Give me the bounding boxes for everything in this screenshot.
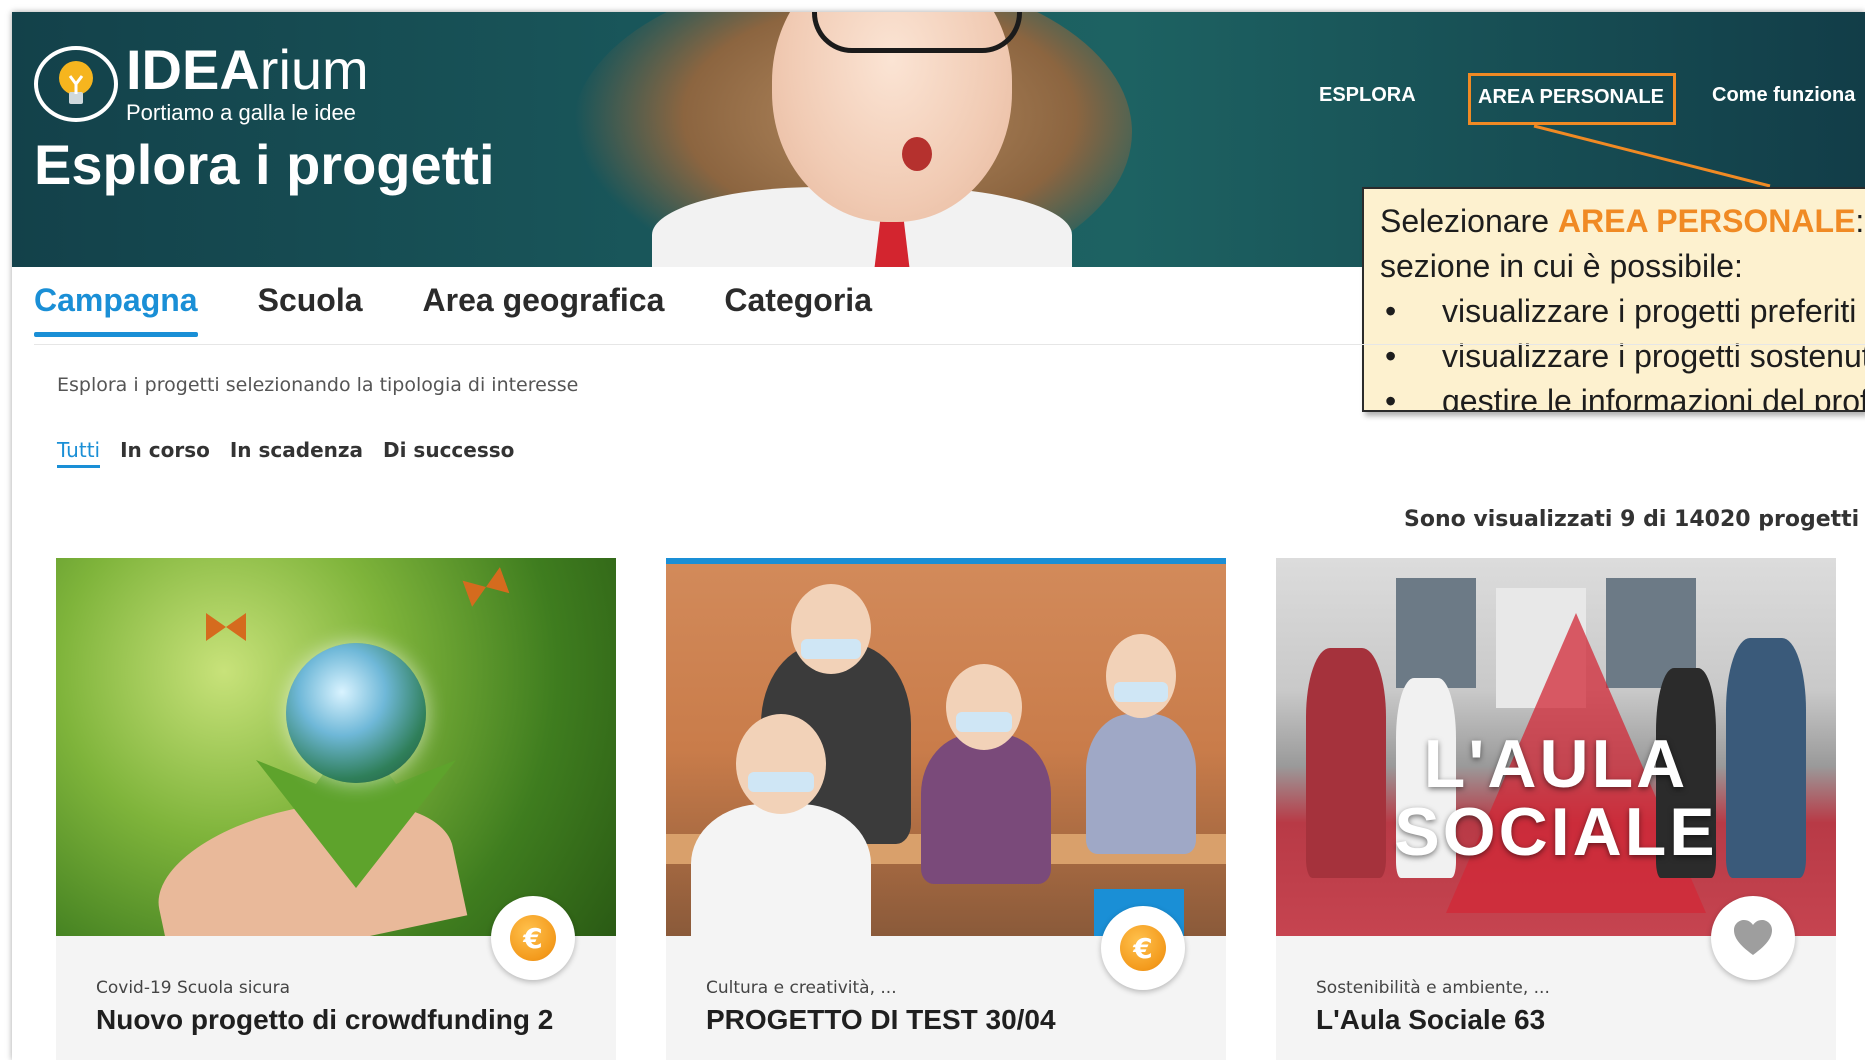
tab-campagna[interactable]: Campagna <box>34 282 198 337</box>
image-head <box>1106 634 1176 718</box>
card-title[interactable]: L'Aula Sociale 63 <box>1316 1004 1545 1036</box>
tabs-divider <box>34 344 1865 345</box>
nav-esplora[interactable]: ESPLORA <box>1319 84 1416 107</box>
image-globe <box>286 643 426 783</box>
project-image[interactable]: L'AULA SOCIALE <box>1276 558 1836 936</box>
logo-tagline: Portiamo a galla le idee <box>126 100 356 125</box>
hero-photo-mouth <box>902 137 932 171</box>
callout-line-1: Selezionare AREA PERSONALE: <box>1380 203 1865 239</box>
filter-tutti[interactable]: Tutti <box>57 438 101 468</box>
euro-coin-icon[interactable]: € <box>1101 906 1185 990</box>
card-category: Sostenibilità e ambiente, ... <box>1316 978 1550 998</box>
tab-area-geografica[interactable]: Area geografica <box>423 282 665 337</box>
results-count: Sono visualizzati 9 di 14020 progetti <box>1404 507 1860 532</box>
heart-icon[interactable] <box>1711 896 1795 980</box>
page-title: Esplora i progetti <box>34 133 495 196</box>
euro-coin-icon[interactable]: € <box>491 896 575 980</box>
card-category: Cultura e creatività, ... <box>706 978 897 998</box>
image-girl <box>921 734 1051 884</box>
image-mask <box>956 712 1012 732</box>
project-card[interactable]: € Cultura e creatività, ... PROGETTO DI … <box>666 558 1226 1060</box>
image-butterfly <box>206 613 246 641</box>
image-mask <box>801 639 861 659</box>
image-head <box>946 664 1022 750</box>
instruction-callout: Selezionare AREA PERSONALE: sezione in c… <box>1362 187 1865 412</box>
browser-frame: IDEArium Portiamo a galla le idee Esplor… <box>12 12 1865 1060</box>
project-card[interactable]: L'AULA SOCIALE Sostenibilità e ambiente,… <box>1276 558 1836 1060</box>
callout-leader-line <box>1533 124 1771 188</box>
card-title[interactable]: Nuovo progetto di crowdfunding 2 <box>96 1004 553 1036</box>
image-overlay-text: L'AULA SOCIALE <box>1394 726 1718 870</box>
project-image[interactable] <box>666 558 1226 936</box>
card-title[interactable]: PROGETTO DI TEST 30/04 <box>706 1004 1056 1036</box>
project-card[interactable]: € Covid-19 Scuola sicura Nuovo progetto … <box>56 558 616 1060</box>
logo-name: IDEArium <box>126 38 369 101</box>
tab-scuola[interactable]: Scuola <box>258 282 363 337</box>
callout-list: visualizzare i progetti preferiti visual… <box>1380 289 1865 410</box>
callout-bullet: gestire le informazioni del profilo <box>1380 379 1865 410</box>
lightbulb-logo-icon <box>34 46 118 122</box>
image-butterfly <box>462 567 509 607</box>
nav-area-personale[interactable]: AREA PERSONALE <box>1468 73 1676 125</box>
idearium-logo[interactable]: IDEArium Portiamo a galla le idee <box>34 42 369 126</box>
project-image[interactable] <box>56 558 616 936</box>
image-mask <box>748 772 814 792</box>
image-head <box>791 584 871 674</box>
filter-in-scadenza[interactable]: In scadenza <box>230 438 363 468</box>
filter-di-successo[interactable]: Di successo <box>383 438 514 468</box>
filter-in-corso[interactable]: In corso <box>120 438 210 468</box>
hero-photo-glasses <box>812 12 1022 53</box>
heart-shape <box>1734 920 1772 955</box>
image-head <box>736 714 826 814</box>
callout-bullet: visualizzare i progetti preferiti <box>1380 289 1865 334</box>
tab-categoria[interactable]: Categoria <box>724 282 872 337</box>
nav-come-funziona[interactable]: Come funziona <box>1712 84 1855 107</box>
category-tabs: Campagna Scuola Area geografica Categori… <box>34 282 872 337</box>
callout-line-2: sezione in cui è possibile: <box>1380 248 1743 284</box>
image-mask <box>1114 682 1168 702</box>
callout-bullet: visualizzare i progetti sostenuti <box>1380 334 1865 379</box>
status-filters: Tutti In corso In scadenza Di successo <box>57 438 514 468</box>
card-category: Covid-19 Scuola sicura <box>96 978 290 998</box>
image-window <box>1396 578 1476 688</box>
image-boy <box>691 804 871 936</box>
filter-hint: Esplora i progetti selezionando la tipol… <box>57 374 579 396</box>
image-girl-2 <box>1086 714 1196 854</box>
